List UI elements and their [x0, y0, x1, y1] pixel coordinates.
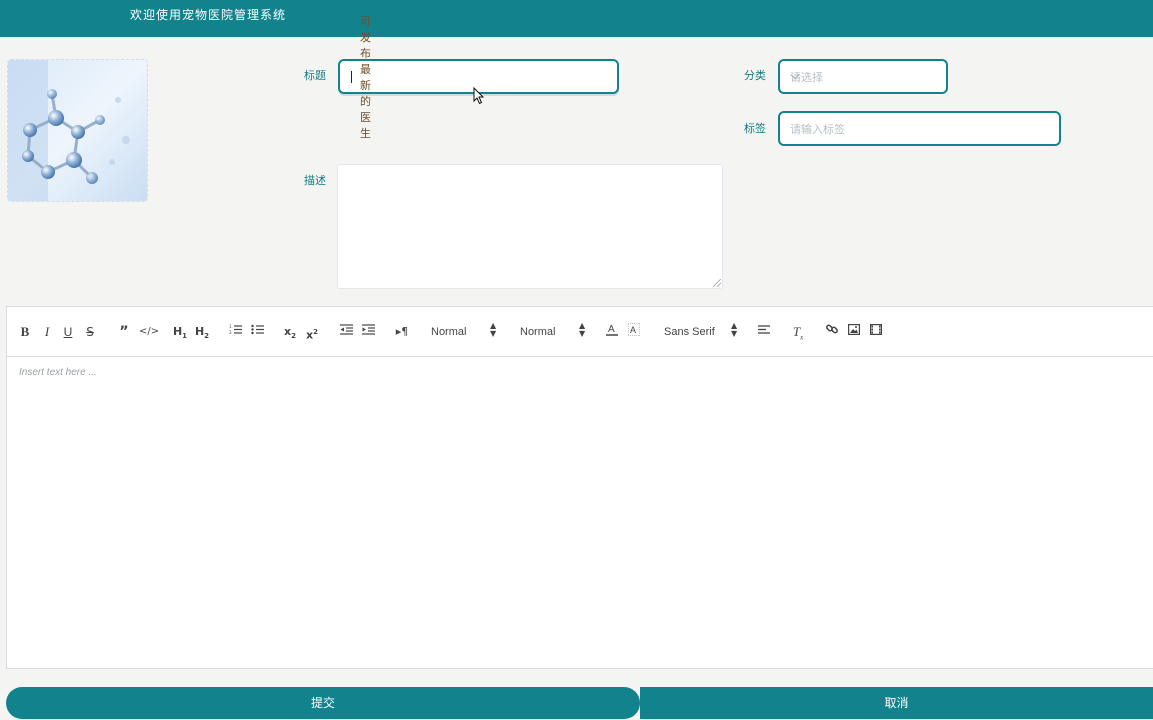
cover-image-upload[interactable]	[7, 59, 148, 202]
category-select[interactable]: 请选择	[778, 59, 948, 94]
align-icon[interactable]	[757, 323, 771, 341]
category-label: 分类	[744, 69, 766, 82]
updown-arrows-icon: ▲ ▼	[490, 321, 497, 338]
background-color-icon[interactable]: A	[627, 322, 641, 341]
bold-icon[interactable]: B	[19, 323, 31, 341]
cancel-button[interactable]: 取消	[640, 687, 1153, 719]
heading-1-icon[interactable]: H1	[171, 323, 189, 341]
subscript-icon[interactable]: x2	[283, 323, 297, 341]
title-label: 标题	[304, 69, 326, 82]
link-icon[interactable]	[825, 323, 839, 341]
editor-placeholder[interactable]: Insert text here ...	[19, 367, 97, 378]
heading-2-icon[interactable]: H2	[193, 323, 211, 341]
chevron-down-icon	[790, 71, 936, 82]
video-icon[interactable]	[869, 323, 883, 341]
ordered-list-icon[interactable]: 13	[228, 323, 242, 341]
header-select-1[interactable]: Normal	[431, 323, 491, 341]
tags-label: 标签	[744, 122, 766, 135]
svg-text:A: A	[608, 324, 615, 335]
editor-toolbar: B I U S ” </> H1 H2 13 x2 x2 ▸¶ Normal ▲…	[7, 307, 1153, 357]
app-title: 欢迎使用宠物医院管理系统	[130, 8, 287, 22]
updown-arrows-icon: ▲ ▼	[731, 321, 738, 338]
code-block-icon[interactable]: </>	[139, 323, 159, 341]
tags-placeholder: 请输入标签	[790, 123, 845, 136]
indent-icon[interactable]	[361, 323, 375, 341]
submit-button[interactable]: 提交	[6, 687, 640, 719]
top-header: 欢迎使用宠物医院管理系统	[0, 0, 1153, 37]
resize-grip-icon[interactable]	[713, 279, 721, 287]
svg-text:1: 1	[229, 324, 232, 329]
outdent-icon[interactable]	[339, 323, 353, 341]
superscript-icon[interactable]: x2	[305, 323, 319, 342]
italic-icon[interactable]: I	[41, 323, 53, 341]
rich-text-editor: B I U S ” </> H1 H2 13 x2 x2 ▸¶ Normal ▲…	[6, 306, 1153, 669]
clear-format-icon[interactable]: Tx	[791, 323, 805, 342]
mouse-pointer-icon	[473, 86, 485, 109]
underline-icon[interactable]: U	[62, 323, 74, 341]
molecule-image	[8, 60, 147, 201]
updown-arrows-icon: ▲ ▼	[579, 321, 586, 338]
tags-input[interactable]: 请输入标签	[778, 111, 1061, 146]
text-direction-icon[interactable]: ▸¶	[395, 323, 409, 341]
svg-text:3: 3	[229, 330, 232, 335]
description-label: 描述	[304, 174, 326, 187]
bullet-list-icon[interactable]	[250, 323, 264, 341]
blockquote-icon[interactable]: ”	[117, 323, 131, 341]
title-input-value: 可发布最新的医生	[360, 15, 371, 140]
image-icon[interactable]	[847, 323, 861, 341]
text-color-icon[interactable]: A	[605, 323, 619, 341]
text-caret	[351, 70, 352, 83]
header-select-2[interactable]: Normal	[520, 323, 580, 341]
svg-text:A: A	[630, 325, 636, 335]
font-family-select[interactable]: Sans Serif	[664, 323, 736, 341]
strikethrough-icon[interactable]: S	[84, 323, 96, 341]
description-textarea[interactable]	[337, 164, 723, 289]
